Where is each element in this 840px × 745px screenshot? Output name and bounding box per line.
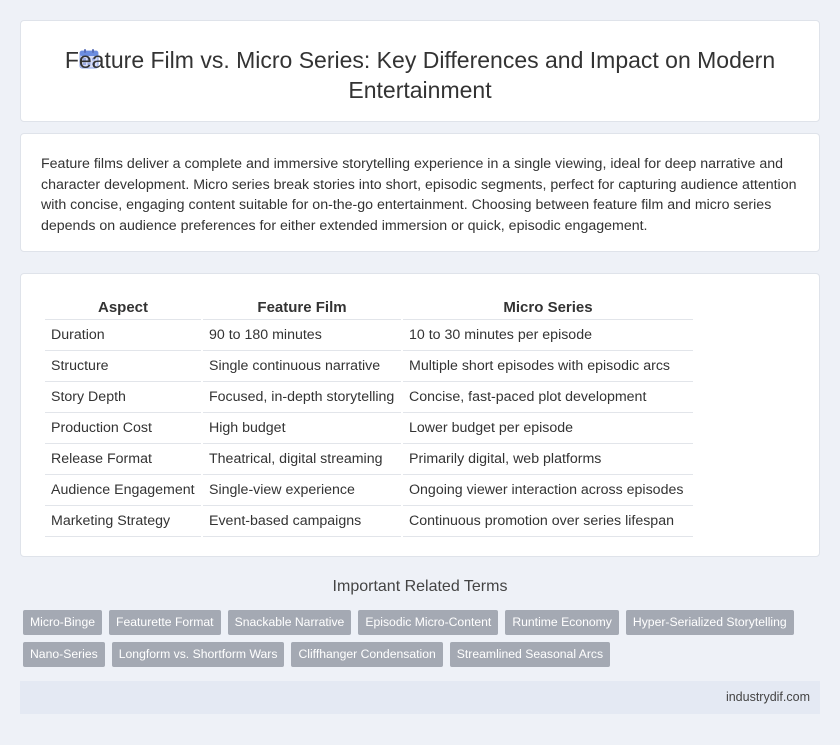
cell-micro-series: Primarily digital, web platforms xyxy=(403,444,693,475)
cell-aspect: Duration xyxy=(45,320,201,351)
cell-feature-film: High budget xyxy=(203,413,401,444)
table-row: Marketing Strategy Event-based campaigns… xyxy=(45,506,693,537)
table-row: Production Cost High budget Lower budget… xyxy=(45,413,693,444)
related-term-tag[interactable]: Streamlined Seasonal Arcs xyxy=(449,642,611,667)
header-feature-film: Feature Film xyxy=(203,296,401,320)
cell-micro-series: Ongoing viewer interaction across episod… xyxy=(403,475,693,506)
related-term-tag[interactable]: Snackable Narrative xyxy=(227,610,352,635)
cell-micro-series: Continuous promotion over series lifespa… xyxy=(403,506,693,537)
cell-feature-film: Single-view experience xyxy=(203,475,401,506)
table-row: Release Format Theatrical, digital strea… xyxy=(45,444,693,475)
table-row: Structure Single continuous narrative Mu… xyxy=(45,351,693,382)
intro-card: Feature films deliver a complete and imm… xyxy=(20,133,820,252)
cell-feature-film: Single continuous narrative xyxy=(203,351,401,382)
related-term-tag[interactable]: Episodic Micro-Content xyxy=(358,610,499,635)
related-term-tag[interactable]: Micro-Binge xyxy=(23,610,103,635)
cell-aspect: Audience Engagement xyxy=(45,475,201,506)
cell-aspect: Production Cost xyxy=(45,413,201,444)
cell-aspect: Marketing Strategy xyxy=(45,506,201,537)
related-term-tag[interactable]: Nano-Series xyxy=(23,642,105,667)
cell-micro-series: Concise, fast-paced plot development xyxy=(403,382,693,413)
related-term-tag[interactable]: Hyper-Serialized Storytelling xyxy=(625,610,794,635)
table-header-row: Aspect Feature Film Micro Series xyxy=(45,296,693,320)
intro-paragraph: Feature films deliver a complete and imm… xyxy=(41,156,797,234)
related-term-tag[interactable]: Runtime Economy xyxy=(505,610,619,635)
table-row: Story Depth Focused, in-depth storytelli… xyxy=(45,382,693,413)
cell-feature-film: Event-based campaigns xyxy=(203,506,401,537)
table-row: Audience Engagement Single-view experien… xyxy=(45,475,693,506)
footer-site-link[interactable]: industrydif.com xyxy=(726,690,810,704)
title-card: Feature Film vs. Micro Series: Key Diffe… xyxy=(20,20,820,122)
comparison-table: Aspect Feature Film Micro Series Duratio… xyxy=(43,296,695,537)
footer-bar: industrydif.com xyxy=(20,681,820,714)
related-terms-list: Micro-Binge Featurette Format Snackable … xyxy=(23,610,803,667)
cell-feature-film: 90 to 180 minutes xyxy=(203,320,401,351)
page-title: Feature Film vs. Micro Series: Key Diffe… xyxy=(64,47,776,103)
cell-micro-series: 10 to 30 minutes per episode xyxy=(403,320,693,351)
related-term-tag[interactable]: Longform vs. Shortform Wars xyxy=(111,642,285,667)
cell-aspect: Story Depth xyxy=(45,382,201,413)
cell-feature-film: Theatrical, digital streaming xyxy=(203,444,401,475)
header-micro-series: Micro Series xyxy=(403,296,693,320)
cell-micro-series: Multiple short episodes with episodic ar… xyxy=(403,351,693,382)
related-term-tag[interactable]: Cliffhanger Condensation xyxy=(291,642,443,667)
cell-aspect: Release Format xyxy=(45,444,201,475)
comparison-card: Aspect Feature Film Micro Series Duratio… xyxy=(20,273,820,557)
related-term-tag[interactable]: Featurette Format xyxy=(109,610,221,635)
header-aspect: Aspect xyxy=(45,296,201,320)
cell-feature-film: Focused, in-depth storytelling xyxy=(203,382,401,413)
cell-micro-series: Lower budget per episode xyxy=(403,413,693,444)
table-row: Duration 90 to 180 minutes 10 to 30 minu… xyxy=(45,320,693,351)
related-terms-heading: Important Related Terms xyxy=(332,578,508,595)
cell-aspect: Structure xyxy=(45,351,201,382)
